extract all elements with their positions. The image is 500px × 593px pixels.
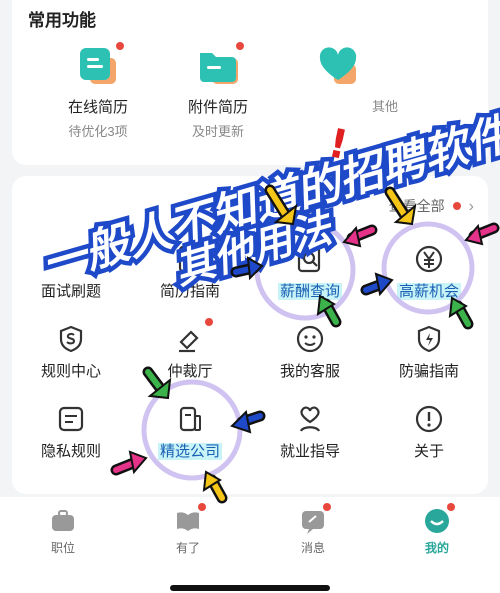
arrow-green-2: [448, 296, 474, 330]
arrow-yellow-3: [202, 470, 228, 504]
arrow-magenta-1: [342, 224, 378, 248]
arrow-magenta-2: [464, 222, 500, 246]
arrow-green-1: [316, 294, 342, 328]
arrow-yellow-2: [384, 186, 417, 226]
arrow-green-3: [142, 366, 172, 400]
arrow-magenta-3: [110, 450, 148, 476]
annotation-overlay: 一般人不知道的招聘软件 其他用法 !: [32, 103, 500, 504]
highlight-circle-high-salary: [381, 221, 475, 315]
